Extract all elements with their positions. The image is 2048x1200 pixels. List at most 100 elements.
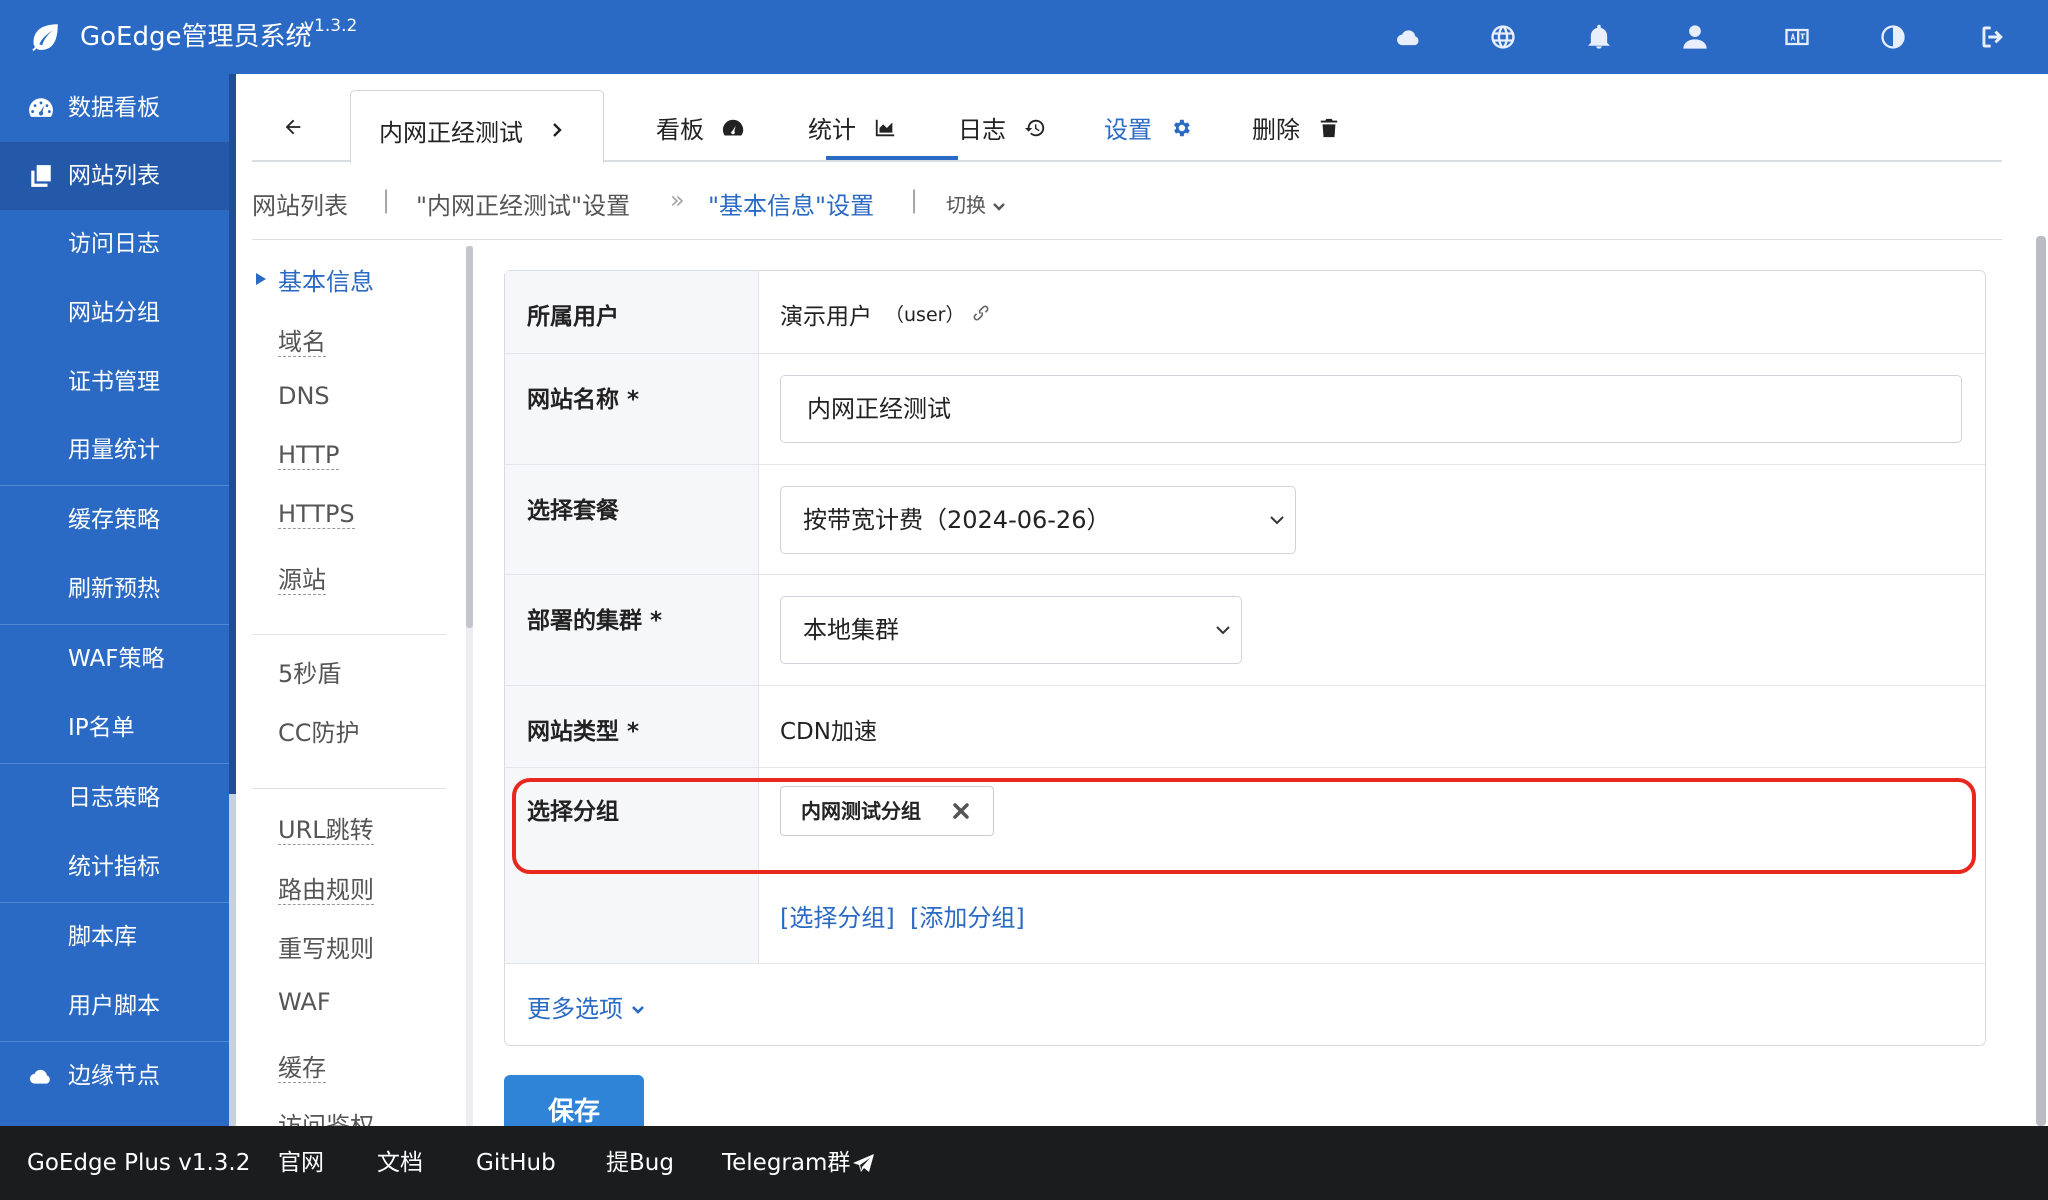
sidebar-item-log-policy[interactable]: 日志策略 <box>0 763 229 831</box>
sidebar-item-dashboard[interactable]: 数据看板 <box>0 74 229 142</box>
main-scrollbar[interactable] <box>2036 236 2046 1126</box>
submenu-label: 路由规则 <box>278 876 374 905</box>
breadcrumb-site-list[interactable]: 网站列表 <box>252 186 348 221</box>
footer-link-docs[interactable]: 文档 <box>377 1126 423 1200</box>
breadcrumb-separator: » <box>670 186 685 214</box>
sidebar-item-label: IP名单 <box>68 715 135 741</box>
submenu-5s-shield[interactable]: 5秒盾 <box>278 654 341 689</box>
submenu-rewrite-rules[interactable]: 重写规则 <box>278 929 374 964</box>
cluster-selected-value: 本地集群 <box>803 616 899 644</box>
sidebar-item-certificates[interactable]: 证书管理 <box>0 348 229 416</box>
form-label-cell: 网站名称 * <box>505 354 759 464</box>
link-icon[interactable] <box>971 303 991 323</box>
footer-link-telegram[interactable]: Telegram群 <box>722 1126 850 1200</box>
owner-label: 所属用户 <box>527 304 619 330</box>
cluster-label: 部署的集群 * <box>527 608 663 634</box>
submenu-access-auth[interactable]: 访问鉴权 <box>278 1106 374 1126</box>
tab-label: 日志 <box>958 116 1006 144</box>
submenu-https[interactable]: HTTPS <box>278 500 355 529</box>
sidebar-item-site-groups[interactable]: 网站分组 <box>0 279 229 347</box>
submenu-cache[interactable]: 缓存 <box>278 1048 326 1083</box>
tab-logs[interactable]: 日志 <box>958 110 1046 162</box>
plan-select[interactable]: 按带宽计费（2024-06-26） <box>780 486 1296 554</box>
breadcrumb-separator: | <box>910 186 919 214</box>
breadcrumb-switch[interactable]: 切换 <box>946 189 1006 218</box>
back-arrow-icon[interactable] <box>282 116 304 138</box>
leaf-logo-icon <box>32 24 58 52</box>
submenu-scrollbar-thumb[interactable] <box>466 246 473 628</box>
tab-dashboard[interactable]: 看板 <box>656 110 744 162</box>
sidebar-item-waf-policy[interactable]: WAF策略 <box>0 624 229 692</box>
submenu-domains[interactable]: 域名 <box>278 322 326 357</box>
tab-settings[interactable]: 设置 <box>1104 110 1192 162</box>
sidebar-item-edge-nodes[interactable]: 边缘节点 <box>0 1041 229 1109</box>
tab-site-name[interactable]: 内网正经测试 <box>350 90 604 164</box>
app-version: v1.3.2 <box>304 16 358 36</box>
footer-link-github[interactable]: GitHub <box>476 1126 556 1200</box>
highlight-annotation-box <box>512 778 1976 874</box>
submenu-origin[interactable]: 源站 <box>278 560 326 595</box>
dashboard-icon <box>29 98 53 117</box>
sidebar-item-label: 脚本库 <box>68 924 137 950</box>
more-options-label: 更多选项 <box>527 995 623 1023</box>
sidebar-item-refresh-preheat[interactable]: 刷新预热 <box>0 555 229 623</box>
submenu-http[interactable]: HTTP <box>278 441 340 470</box>
footer-link-website[interactable]: 官网 <box>278 1126 324 1200</box>
basic-info-form: 所属用户 演示用户 （user） 网站名称 * 内网正经测试 选择套餐 按带宽计… <box>504 270 1986 1046</box>
submenu-label: 基本信息 <box>278 268 374 296</box>
language-icon[interactable] <box>1782 22 1812 52</box>
sidebar-item-label: WAF策略 <box>68 646 165 672</box>
user-icon[interactable] <box>1680 22 1710 52</box>
site-type-value: CDN加速 <box>780 719 877 745</box>
site-name-input[interactable]: 内网正经测试 <box>780 375 1962 443</box>
cloud-icon[interactable] <box>1394 22 1424 52</box>
contrast-icon[interactable] <box>1878 22 1908 52</box>
submenu-label: HTTP <box>278 441 340 470</box>
bell-icon[interactable] <box>1584 22 1614 52</box>
add-group-link[interactable]: [添加分组] <box>910 898 1025 933</box>
sidebar-item-script-library[interactable]: 脚本库 <box>0 902 229 970</box>
site-name-label: 网站名称 * <box>527 387 640 413</box>
globe-icon[interactable] <box>1488 22 1518 52</box>
cloud-icon <box>29 1069 50 1084</box>
submenu-waf[interactable]: WAF <box>278 988 331 1016</box>
tab-delete[interactable]: 删除 <box>1252 110 1340 162</box>
sidebar-item-metrics[interactable]: 统计指标 <box>0 833 229 901</box>
submenu-label: WAF <box>278 988 331 1016</box>
sidebar-item-site-list[interactable]: 网站列表 <box>0 142 229 210</box>
form-row-cluster: 部署的集群 * 本地集群 <box>505 575 1985 686</box>
sidebar-item-label: 网站列表 <box>68 163 160 189</box>
form-label-cell: 所属用户 <box>505 271 759 353</box>
history-icon <box>1024 119 1044 136</box>
sidebar-item-access-log[interactable]: 访问日志 <box>0 210 229 278</box>
breadcrumb-site-settings[interactable]: "内网正经测试"设置 <box>416 186 630 221</box>
logout-icon[interactable] <box>1978 22 2008 52</box>
submenu-label: 域名 <box>278 328 326 357</box>
sidebar-item-label: 用量统计 <box>68 437 160 463</box>
sidebar-item-cache-policy[interactable]: 缓存策略 <box>0 485 229 553</box>
select-group-link[interactable]: [选择分组] <box>780 898 895 933</box>
sidebar-item-label: 刷新预热 <box>68 576 160 602</box>
dashboard-icon <box>722 119 743 136</box>
telegram-icon[interactable] <box>852 1152 876 1176</box>
tab-label: 看板 <box>656 116 704 144</box>
trash-icon <box>1320 118 1337 137</box>
submenu-cc-protection[interactable]: CC防护 <box>278 713 360 748</box>
submenu-url-redirect[interactable]: URL跳转 <box>278 810 374 845</box>
chevron-down-icon <box>993 202 1005 211</box>
footer-link-report-bug[interactable]: 提Bug <box>606 1126 674 1200</box>
cluster-select[interactable]: 本地集群 <box>780 596 1242 664</box>
sidebar-item-label: 访问日志 <box>68 231 160 257</box>
sidebar-item-user-scripts[interactable]: 用户脚本 <box>0 972 229 1040</box>
submenu-label: 缓存 <box>278 1054 326 1083</box>
breadcrumb: 网站列表 | "内网正经测试"设置 » "基本信息"设置 | 切换 <box>252 180 2002 240</box>
sidebar-item-ip-list[interactable]: IP名单 <box>0 694 229 762</box>
sidebar-scrollbar-thumb[interactable] <box>229 74 236 794</box>
sidebar-item-usage-stats[interactable]: 用量统计 <box>0 416 229 484</box>
submenu-route-rules[interactable]: 路由规则 <box>278 870 374 905</box>
more-options-toggle[interactable]: 更多选项 <box>527 989 645 1024</box>
submenu-dns[interactable]: DNS <box>278 382 330 410</box>
tab-statistics[interactable]: 统计 <box>808 110 896 162</box>
submenu-basic-info[interactable]: 基本信息 <box>278 262 374 297</box>
submenu-label: DNS <box>278 382 330 410</box>
